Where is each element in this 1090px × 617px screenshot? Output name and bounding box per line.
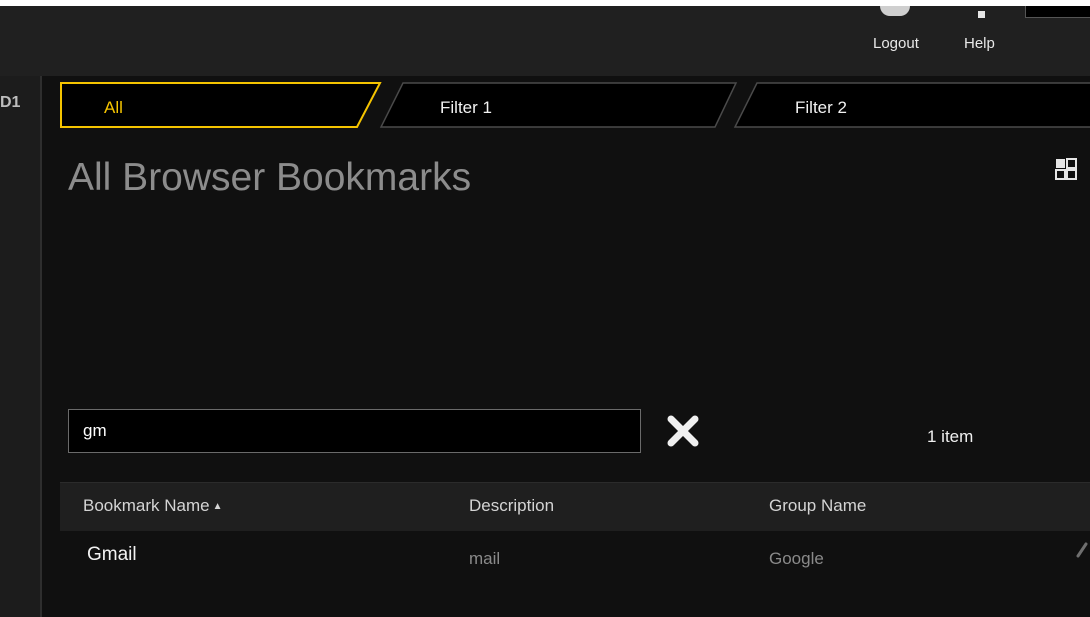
top-right-box <box>1025 6 1090 18</box>
table-row[interactable] <box>60 530 1090 590</box>
column-header-description[interactable]: Description <box>469 496 554 516</box>
sort-ascending-icon: ▲ <box>212 501 223 512</box>
grid-view-icon[interactable] <box>1055 158 1077 180</box>
close-x-icon[interactable] <box>664 414 702 448</box>
rail-label: D1 <box>0 94 21 111</box>
column-header-group-name[interactable]: Group Name <box>769 496 866 516</box>
column-header-label: Bookmark Name <box>83 496 210 515</box>
tab-shapes <box>60 82 1090 128</box>
help-icon[interactable] <box>978 11 985 18</box>
cell-description: mail <box>469 549 501 568</box>
left-rail <box>0 76 42 617</box>
help-link[interactable]: Help <box>964 35 995 52</box>
app-window: Logout Help D1 All Filter 1 Filter 2 All… <box>0 6 1090 617</box>
page-title: All Browser Bookmarks <box>68 156 472 199</box>
tab-filter1-shape[interactable] <box>379 82 738 128</box>
user-icon[interactable] <box>880 6 910 16</box>
result-count: 1 item <box>927 427 974 446</box>
search-input[interactable] <box>68 409 641 453</box>
tab-filter-1[interactable]: Filter 1 <box>440 98 492 118</box>
logout-link[interactable]: Logout <box>873 35 919 52</box>
tab-filter2-shape[interactable] <box>733 82 1090 128</box>
row-edit-icon[interactable] <box>1074 540 1090 560</box>
cell-bookmark-name[interactable]: Gmail <box>87 544 137 566</box>
tab-all[interactable]: All <box>104 98 123 118</box>
cell-group-name: Google <box>769 549 824 568</box>
tab-filter-2[interactable]: Filter 2 <box>795 98 847 118</box>
tab-strip <box>60 82 1090 128</box>
top-bar: Logout Help <box>0 6 1090 76</box>
column-header-bookmark-name[interactable]: Bookmark Name ▲ <box>83 496 223 516</box>
